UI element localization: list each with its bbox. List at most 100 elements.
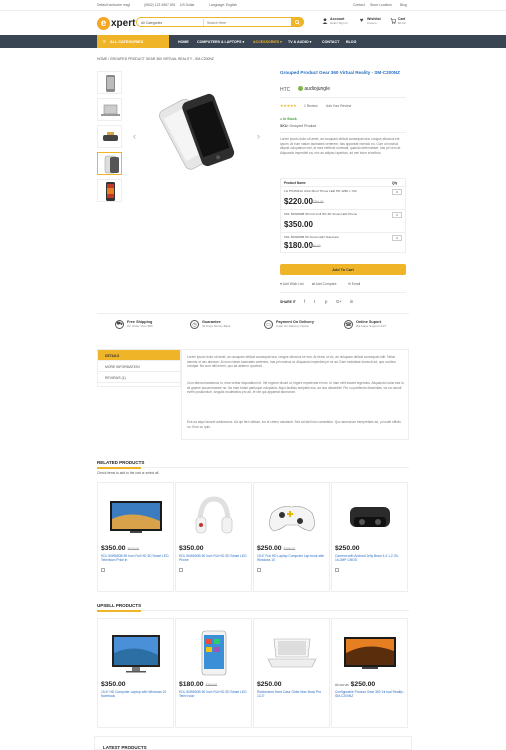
qty-input[interactable]: 0 bbox=[392, 189, 402, 195]
table-row: KDL 50W800B 50 Smart LED Television $180… bbox=[281, 233, 405, 253]
sku-value: Grouped Product bbox=[289, 124, 317, 128]
product-price-value: $180.00 bbox=[179, 681, 204, 688]
qty-input[interactable]: 0 bbox=[392, 235, 402, 241]
row-product-name[interactable]: KDL 50W800B 50 Inch Full HD 3D Smart LED… bbox=[284, 212, 357, 216]
nav-contact[interactable]: CONTACT bbox=[322, 40, 339, 44]
site-logo[interactable]: e xpert bbox=[97, 15, 135, 31]
feature-payment: ▭ Payment On Delivery Cash On Delivery Op… bbox=[264, 320, 314, 329]
search-divider bbox=[203, 19, 204, 26]
section-underline bbox=[97, 609, 409, 612]
product-card[interactable]: $350.00 $420.00 KDL 50W800B 50 Inch Full … bbox=[97, 482, 174, 592]
product-card[interactable]: $350.00 KDL 50W800B 50 Inch Full HD 3D S… bbox=[175, 482, 252, 592]
pinterest-icon[interactable]: p bbox=[325, 299, 327, 304]
qty-input[interactable]: 0 bbox=[392, 212, 402, 218]
product-name-link[interactable]: 15.6" HD Computer Laptop with Windows 10… bbox=[101, 690, 172, 699]
cart-link[interactable]: Cart $0.00 bbox=[389, 17, 406, 25]
truck-icon: ⛟ bbox=[115, 320, 124, 329]
product-name-link[interactable]: KDL 50W800B 50 Inch Full HD 3D Smart LED… bbox=[179, 554, 250, 563]
add-compare-label: Add Compare bbox=[315, 282, 337, 286]
prev-image-arrow[interactable]: ‹ bbox=[133, 131, 136, 141]
phone-number: (0802) 123 4567 891 bbox=[144, 3, 176, 7]
select-checkbox[interactable] bbox=[101, 568, 105, 572]
brand-logo[interactable]: audiojungle bbox=[298, 86, 330, 92]
sku-row: SKU: Grouped Product bbox=[280, 124, 316, 128]
stock-text: In Stock bbox=[283, 117, 297, 121]
nav-home[interactable]: HOME bbox=[178, 40, 189, 44]
linkedin-icon[interactable]: in bbox=[350, 299, 353, 304]
support-icon: ☎ bbox=[344, 320, 353, 329]
nav-tv-audio[interactable]: TV & AUDIO ▾ bbox=[288, 40, 311, 44]
product-price-value: $250.00 bbox=[350, 681, 376, 688]
top-link-contact[interactable]: Contact bbox=[353, 3, 365, 7]
welcome-text: Default welcome msg! bbox=[97, 3, 131, 7]
product-card[interactable]: $250.00 $299.00 15.6" Full HD Laptop Comp… bbox=[253, 482, 330, 592]
brand-logo-text: audiojungle bbox=[304, 86, 330, 92]
add-review-link[interactable]: Add Your Review bbox=[326, 104, 351, 108]
product-card[interactable]: As low as $250.00 Configurable Product Ge… bbox=[331, 618, 408, 728]
logo-mark: e bbox=[97, 16, 110, 30]
search-button[interactable] bbox=[291, 17, 304, 27]
product-name-link[interactable]: Camera with Android Jelly Bean 4.4 1.2 G… bbox=[335, 554, 406, 563]
wishlist-link[interactable]: ♥ Wishlist 0 items bbox=[358, 17, 381, 25]
product-name-link[interactable]: Rubberized Hard Case Older Mac Book Pro … bbox=[257, 690, 328, 699]
review-count-link[interactable]: 1 Review bbox=[304, 104, 318, 108]
select-checkbox[interactable] bbox=[257, 568, 261, 572]
product-price-value: $350.00 bbox=[101, 681, 126, 688]
product-thumbnail-active[interactable] bbox=[97, 152, 122, 175]
product-thumbnail[interactable] bbox=[97, 179, 122, 202]
email-link[interactable]: ✉ Email bbox=[348, 282, 360, 286]
related-note: Check items to add to the cart or select… bbox=[97, 471, 159, 475]
nav-accessories[interactable]: ACCESSORIES ▾ bbox=[253, 40, 282, 44]
upsell-products-title: UPSELL PRODUCTS bbox=[97, 603, 142, 608]
search-category-select[interactable]: All Categories bbox=[141, 21, 162, 25]
product-card[interactable]: $350.00 15.6" HD Computer Laptop with Wi… bbox=[97, 618, 174, 728]
site-header: e xpert All Categories Account Hello! Si… bbox=[0, 11, 506, 35]
tab-more-information[interactable]: MORE INFORMATION bbox=[98, 361, 180, 372]
tab-details[interactable]: DETAILS bbox=[98, 350, 180, 361]
product-image bbox=[269, 506, 315, 532]
logo-text: xpert bbox=[111, 17, 136, 29]
product-card[interactable]: $180.00 $250.00 KDL 50W800B 50 Inch Full … bbox=[175, 618, 252, 728]
product-image bbox=[267, 638, 317, 668]
main-nav: ≡ ALL CATEGORIES HOME COMPUTERS & LAPTOP… bbox=[0, 35, 506, 48]
card-icon: ▭ bbox=[264, 320, 273, 329]
breadcrumb[interactable]: HOME / GROUPED PRODUCT GEAR 360 VIRTUAL … bbox=[97, 57, 214, 61]
stock-status: ● In Stock bbox=[280, 117, 297, 121]
product-thumbnail[interactable] bbox=[97, 98, 122, 121]
product-thumbnail[interactable] bbox=[97, 71, 122, 94]
divider bbox=[280, 292, 406, 293]
product-card[interactable]: $250.00 Camera with Android Jelly Bean 4… bbox=[331, 482, 408, 592]
row-old-price: $250.00 bbox=[309, 244, 321, 248]
language-select[interactable]: Language: English bbox=[209, 3, 237, 7]
twitter-icon[interactable]: t bbox=[314, 299, 315, 304]
product-name-link[interactable]: KDL 50W800B 50 Inch Full HD 3D Smart LED… bbox=[101, 554, 172, 563]
add-wishlist-link[interactable]: ♥ Add Wish List bbox=[280, 282, 304, 286]
table-row: KDL 50W800B 50 Inch Full HD 3D Smart LED… bbox=[281, 210, 405, 232]
row-product-name[interactable]: KDL 50W800B 50 Smart LED Television bbox=[284, 235, 339, 239]
nav-computers-laptops[interactable]: COMPUTERS & LAPTOPS ▾ bbox=[197, 40, 244, 44]
product-thumbnail[interactable] bbox=[97, 125, 122, 148]
product-card[interactable]: $250.00 Rubberized Hard Case Older Mac B… bbox=[253, 618, 330, 728]
product-price: $350.00 bbox=[179, 545, 204, 552]
top-link-store-location[interactable]: Store Location bbox=[370, 3, 392, 7]
next-image-arrow[interactable]: › bbox=[257, 131, 260, 141]
facebook-icon[interactable]: f bbox=[304, 299, 305, 304]
google-plus-icon[interactable]: G+ bbox=[336, 299, 342, 304]
select-checkbox[interactable] bbox=[335, 568, 339, 572]
product-name-link[interactable]: 15.6" Full HD Laptop Computer Lap book w… bbox=[257, 554, 328, 563]
row-product-name[interactable]: LG PH450UG Ultra Short Throw LED HD 1280… bbox=[284, 189, 357, 193]
add-compare-link[interactable]: ⇄ Add Compare bbox=[312, 282, 337, 286]
product-name-link[interactable]: KDL 50W800B 50 Inch Full HD 3D Smart LED… bbox=[179, 690, 250, 699]
select-checkbox[interactable] bbox=[179, 568, 183, 572]
currency-select[interactable]: US Dollar bbox=[180, 3, 195, 7]
product-name-link[interactable]: Configurable Product Gear 360 Vir tual R… bbox=[335, 690, 406, 699]
product-price-value: $350.00 bbox=[179, 545, 204, 552]
all-categories-button[interactable]: ≡ ALL CATEGORIES bbox=[97, 35, 169, 48]
add-to-cart-button[interactable]: Add To Cart bbox=[280, 264, 406, 275]
nav-blog[interactable]: BLOG bbox=[346, 40, 356, 44]
top-link-blog[interactable]: Blog bbox=[400, 3, 407, 7]
product-price-value: $250.00 bbox=[257, 545, 282, 552]
account-link[interactable]: Account Hello! Sign In bbox=[321, 17, 348, 25]
tab-reviews[interactable]: REVIEWS (1) bbox=[98, 372, 180, 383]
search-input[interactable] bbox=[207, 19, 287, 26]
